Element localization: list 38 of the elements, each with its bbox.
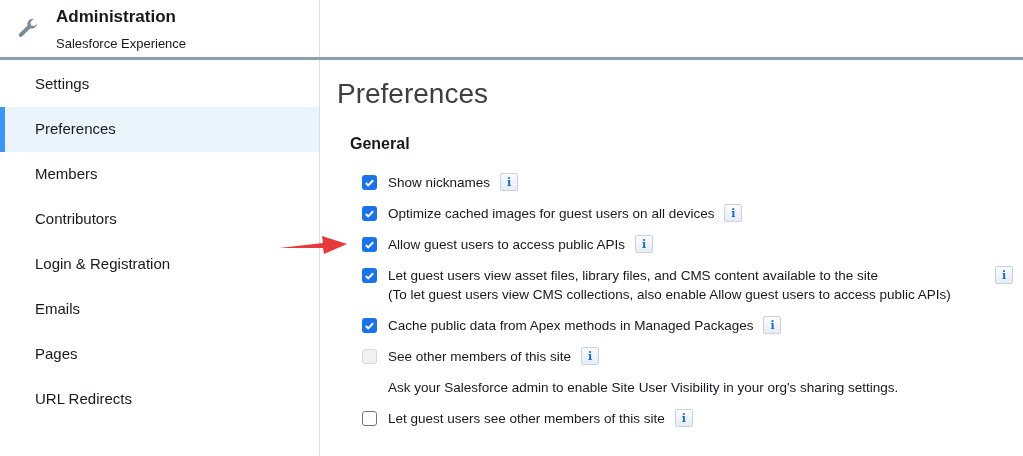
- check-icon: [364, 270, 375, 281]
- option-label: Let guest users see other members of this site: [388, 410, 665, 428]
- checkbox[interactable]: [362, 237, 377, 252]
- sidebar-item[interactable]: Preferences: [0, 107, 319, 152]
- check-icon: [364, 208, 375, 219]
- checkbox[interactable]: [362, 175, 377, 190]
- info-button[interactable]: i: [724, 204, 743, 222]
- checkbox[interactable]: [362, 318, 377, 333]
- help-text: Ask your Salesforce admin to enable Site User Visibility in your org's sharing settings.: [388, 379, 900, 397]
- info-button[interactable]: i: [500, 173, 519, 191]
- option-label: Let guest users view asset files, library files, and CMS content available to the site: [388, 267, 879, 285]
- checkbox[interactable]: [362, 206, 377, 221]
- info-button[interactable]: i: [763, 316, 782, 334]
- sidebar-item[interactable]: Settings: [0, 62, 319, 107]
- page-title: Preferences: [337, 80, 489, 108]
- option-label: Cache public data from Apex methods in Managed Packages: [388, 317, 754, 335]
- option-label: Allow guest users to access public APIs: [388, 236, 626, 254]
- section-heading: General: [350, 134, 411, 154]
- sidebar-item[interactable]: URL Redirects: [0, 377, 319, 422]
- sidebar-item[interactable]: Login & Registration: [0, 242, 319, 287]
- option-label: See other members of this site: [388, 348, 572, 366]
- check-icon: [364, 239, 375, 250]
- sidebar-item[interactable]: Pages: [0, 332, 319, 377]
- option-label: Optimize cached images for guest users on all devices: [388, 205, 715, 223]
- app-title: Administration: [56, 6, 177, 28]
- info-button[interactable]: i: [635, 235, 654, 253]
- option-label: Show nicknames: [388, 174, 491, 192]
- app-subtitle: Salesforce Experience: [56, 34, 187, 53]
- info-button[interactable]: i: [995, 266, 1013, 284]
- option-hint: (To let guest users view CMS collections, also enable Allow guest users to access public APIs): [388, 286, 951, 304]
- checkbox[interactable]: [362, 411, 377, 426]
- info-button[interactable]: i: [674, 409, 693, 427]
- sidebar-item[interactable]: Emails: [0, 287, 319, 332]
- checkbox[interactable]: [362, 268, 377, 283]
- sidebar-item[interactable]: Members: [0, 152, 319, 197]
- sidebar-item[interactable]: Contributors: [0, 197, 319, 242]
- check-icon: [364, 177, 375, 188]
- check-icon: [364, 320, 375, 331]
